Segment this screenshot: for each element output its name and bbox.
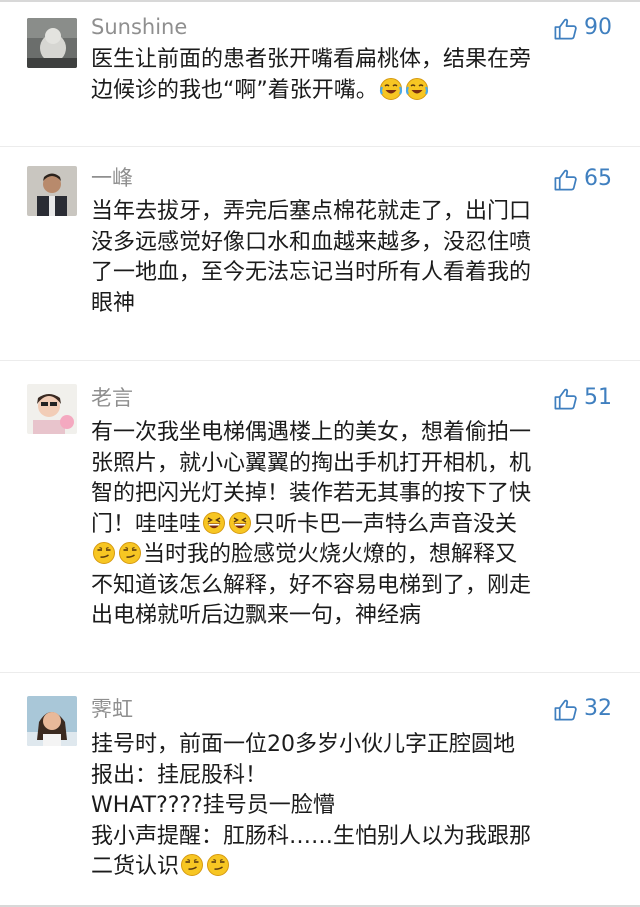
comment-line: 眼神 — [91, 290, 136, 316]
comment-line: 当时我的脸感觉火烧火燎的，想解释又 — [91, 540, 621, 571]
divider — [0, 360, 640, 361]
comment-text: 当年去拔牙，弄完后塞点棉花就走了，出门口 没多远感觉好像口水和血越来越多，没忍住… — [91, 197, 621, 319]
comment-line: 报出：挂屁股科！ — [91, 762, 268, 788]
comment-line: 当年去拔牙，弄完后塞点棉花就走了，出门口 — [91, 199, 532, 224]
grinning-squinting-face-icon — [202, 511, 226, 535]
like-button[interactable]: 51 — [553, 383, 612, 413]
smirking-face-icon — [92, 541, 116, 565]
top-edge-divider — [0, 0, 640, 2]
comment-text: 医生让前面的患者张开嘴看扁桃体，结果在旁 边候诊的我也“啊”着张开嘴。 — [91, 45, 621, 106]
comment-line-text: 只听卡巴一声特么声音没关 — [253, 511, 518, 537]
comment-line: 门！哇哇哇 只听卡巴一声特么声音没关 — [91, 510, 621, 541]
avatar[interactable] — [27, 384, 77, 434]
comment-line-text: 边候诊的我也“啊”着张开嘴。 — [91, 77, 378, 103]
comment-line: 挂号时，前面一位20多岁小伙儿字正腔圆地 — [91, 732, 515, 757]
comment-text: 有一次我坐电梯偶遇楼上的美女，想着偷拍一 张照片，就小心翼翼的掏出手机打开相机，… — [91, 418, 621, 632]
comment-line-text: 当时我的脸感觉火烧火燎的，想解释又 — [143, 542, 518, 567]
divider — [0, 672, 640, 673]
like-button[interactable]: 90 — [553, 13, 612, 43]
comment-line-text: 门！哇哇哇 — [91, 511, 202, 537]
comment-line: 边候诊的我也“啊”着张开嘴。 — [91, 76, 621, 107]
comment-line: 我小声提醒：肛肠科……生怕别人以为我跟那 — [91, 823, 532, 849]
username[interactable]: 老言 — [91, 386, 133, 410]
thumbs-up-icon — [553, 167, 578, 192]
comment-line: 张照片，就小心翼翼的掏出手机打开相机，机 — [91, 450, 532, 476]
face-with-tears-of-joy-icon — [405, 77, 429, 101]
username[interactable]: 霁虹 — [91, 697, 133, 721]
smirking-face-icon — [206, 853, 230, 877]
like-button[interactable]: 65 — [553, 164, 612, 194]
like-count: 90 — [584, 15, 612, 40]
comment-line: 有一次我坐电梯偶遇楼上的美女，想着偷拍一 — [91, 420, 532, 445]
thumbs-up-icon — [553, 697, 578, 722]
like-count: 32 — [584, 696, 612, 721]
thumbs-up-icon — [553, 386, 578, 411]
smirking-face-icon — [118, 541, 142, 565]
like-count: 51 — [584, 385, 612, 410]
comment-line: 医生让前面的患者张开嘴看扁桃体，结果在旁 — [91, 47, 532, 72]
divider — [0, 146, 640, 147]
comment-line: 了一地血，至今无法忘记当时所有人看着我的 — [91, 260, 532, 285]
like-button[interactable]: 32 — [553, 694, 612, 724]
comment-line: 不知道该怎么解释，好不容易电梯到了，刚走 — [91, 572, 532, 598]
comment-line: 出电梯就听后边飘来一句，神经病 — [91, 603, 422, 628]
face-with-tears-of-joy-icon — [379, 77, 403, 101]
like-count: 65 — [584, 166, 612, 191]
avatar[interactable] — [27, 166, 77, 216]
grinning-squinting-face-icon — [228, 511, 252, 535]
comment-text: 挂号时，前面一位20多岁小伙儿字正腔圆地 报出：挂屁股科！ WHAT????挂号… — [91, 730, 621, 883]
smirking-face-icon — [180, 853, 204, 877]
avatar[interactable] — [27, 696, 77, 746]
username[interactable]: Sunshine — [91, 15, 187, 39]
comment-line-text: 二货认识 — [91, 854, 180, 879]
username[interactable]: 一峰 — [91, 166, 133, 190]
avatar[interactable] — [27, 18, 77, 68]
comment-line: WHAT????挂号员一脸懵 — [91, 793, 335, 818]
thumbs-up-icon — [553, 16, 578, 41]
comment-line: 智的把闪光灯关掉！装作若无其事的按下了快 — [91, 481, 532, 506]
comment-line: 二货认识 — [91, 852, 621, 883]
comment-line: 没多远感觉好像口水和血越来越多，没忍住喷 — [91, 229, 532, 255]
